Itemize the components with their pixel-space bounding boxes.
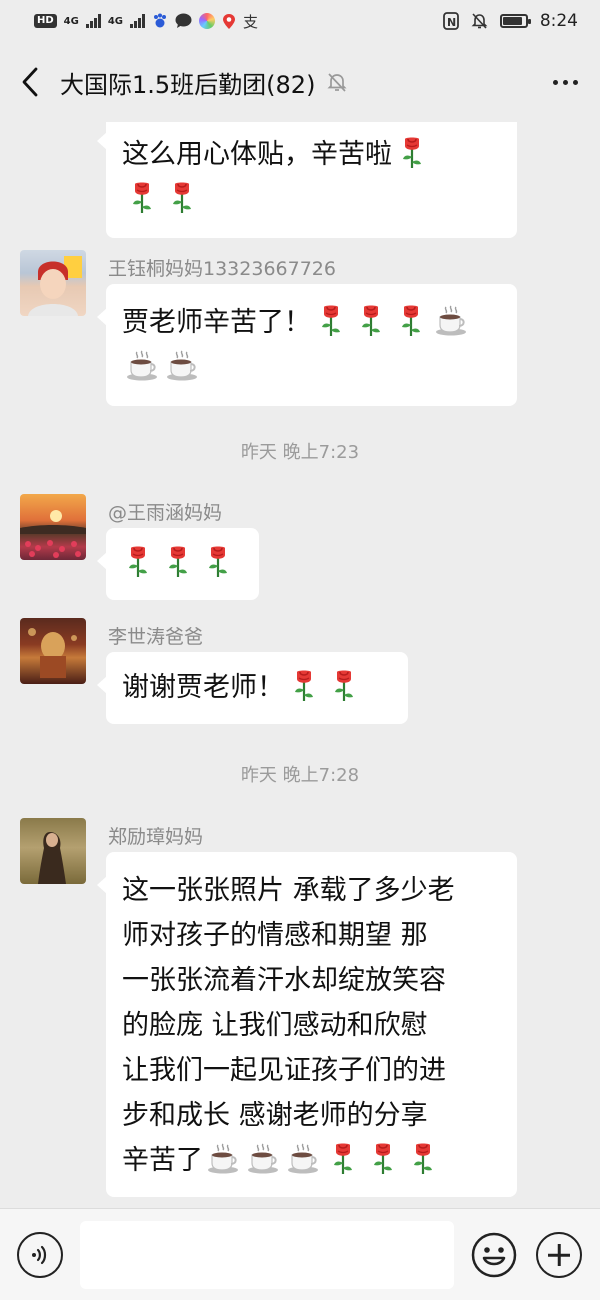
chat-bubble-icon bbox=[175, 13, 192, 28]
emoji-group bbox=[203, 1143, 443, 1176]
baidu-icon bbox=[154, 13, 167, 28]
status-bar-right: N 8:24 bbox=[442, 11, 578, 31]
rose-icon bbox=[133, 182, 151, 213]
rose-icon bbox=[414, 1143, 432, 1174]
emoji-group bbox=[392, 137, 432, 170]
svg-text:支: 支 bbox=[243, 13, 258, 29]
coffee-icon bbox=[167, 350, 197, 381]
emoji-group bbox=[122, 182, 202, 215]
sender-name: 郑励璋妈妈 bbox=[108, 826, 204, 848]
avatar-image bbox=[28, 628, 77, 678]
rose-icon bbox=[209, 546, 227, 577]
time-divider: 昨天 晚上7:23 bbox=[240, 442, 360, 463]
voice-button[interactable] bbox=[17, 1232, 63, 1278]
back-button[interactable] bbox=[0, 42, 60, 122]
rose-icon bbox=[335, 670, 353, 701]
time-divider: 昨天 晚上7:28 bbox=[240, 765, 360, 786]
coffee-icon bbox=[208, 1143, 238, 1174]
message-bubble[interactable]: 贾老师辛苦了！ bbox=[97, 284, 517, 406]
coffee-icon bbox=[127, 350, 157, 381]
rose-icon bbox=[169, 546, 187, 577]
message-input[interactable] bbox=[80, 1221, 454, 1289]
message-line: 辛苦了 bbox=[122, 1145, 203, 1176]
message-text: 谢谢贾老师！ bbox=[122, 672, 284, 703]
emoji-group bbox=[284, 670, 364, 703]
network-type-1: 4G bbox=[63, 15, 79, 27]
avatar-image bbox=[20, 510, 86, 558]
bell-slash-icon bbox=[327, 73, 347, 92]
rose-icon bbox=[322, 305, 340, 336]
location-pin-icon bbox=[223, 13, 236, 29]
plus-button[interactable] bbox=[536, 1232, 582, 1278]
avatar[interactable] bbox=[20, 494, 86, 560]
chat-area[interactable]: 这么用心体贴，辛苦啦 王钰桐妈妈13323667726 贾老师辛苦了！ 昨天 晚… bbox=[0, 122, 600, 1208]
chat-title: 大国际1.5班后勤团(82) bbox=[60, 70, 316, 99]
more-dot bbox=[572, 79, 578, 85]
status-time: 8:24 bbox=[539, 11, 578, 31]
more-dot bbox=[552, 79, 558, 85]
message-line: 的脸庞 让我们感动和欣慰 bbox=[122, 1010, 428, 1041]
sender-name: 李世涛爸爸 bbox=[108, 626, 204, 648]
message-text: 这么用心体贴，辛苦啦 bbox=[122, 139, 392, 170]
sender-name: 王钰桐妈妈13323667726 bbox=[108, 258, 336, 280]
message-bubble[interactable]: 谢谢贾老师！ bbox=[97, 652, 408, 724]
signal-icon bbox=[85, 14, 101, 28]
message-bubble[interactable] bbox=[97, 528, 259, 600]
coffee-icon bbox=[436, 305, 466, 336]
nfc-icon: N bbox=[442, 12, 459, 30]
more-dot bbox=[562, 79, 568, 85]
hd-badge: HD bbox=[34, 14, 57, 28]
title-bar: 大国际1.5班后勤团(82) bbox=[0, 42, 600, 122]
message-text: 贾老师辛苦了！ bbox=[122, 307, 311, 338]
avatar-image bbox=[38, 832, 66, 884]
status-bar: HD 4G 4G 支 N 8:24 bbox=[0, 0, 600, 42]
battery-icon bbox=[499, 14, 531, 28]
message-line: 这一张张照片 承载了多少老 bbox=[122, 875, 455, 906]
coffee-icon bbox=[248, 1143, 278, 1174]
avatar-image bbox=[28, 256, 82, 316]
avatar[interactable] bbox=[20, 250, 86, 316]
chevron-left-icon bbox=[22, 67, 38, 97]
alipay-icon: 支 bbox=[243, 13, 258, 29]
emoji-group bbox=[122, 350, 202, 383]
bell-off-icon bbox=[471, 13, 488, 29]
more-button[interactable] bbox=[530, 42, 600, 122]
message-bubble[interactable]: 这么用心体贴，辛苦啦 bbox=[97, 122, 517, 238]
colorful-app-icon bbox=[199, 13, 216, 29]
voice-wave-icon bbox=[32, 1245, 47, 1265]
coffee-icon bbox=[288, 1143, 318, 1174]
rose-icon bbox=[295, 670, 313, 701]
input-bar bbox=[0, 1208, 600, 1300]
status-bar-left: HD 4G 4G 支 bbox=[34, 13, 260, 30]
network-type-2: 4G bbox=[107, 15, 124, 27]
emoji-group bbox=[311, 305, 471, 338]
rose-icon bbox=[402, 305, 420, 336]
rose-icon bbox=[374, 1143, 392, 1174]
svg-text:N: N bbox=[447, 16, 456, 29]
rose-icon bbox=[334, 1143, 352, 1174]
message-line: 步和成长 感谢老师的分享 bbox=[122, 1100, 428, 1131]
emoji-group bbox=[118, 546, 238, 579]
rose-icon bbox=[362, 305, 380, 336]
avatar[interactable] bbox=[20, 618, 86, 684]
message-bubble[interactable]: 这一张张照片 承载了多少老 师对孩子的情感和期望 那 一张张流着汗水却绽放笑容 … bbox=[97, 852, 517, 1197]
rose-icon bbox=[173, 182, 191, 213]
message-line: 让我们一起见证孩子们的进 bbox=[122, 1055, 446, 1086]
message-line: 师对孩子的情感和期望 那 bbox=[122, 920, 428, 951]
rose-icon bbox=[403, 137, 421, 168]
signal-icon-2 bbox=[130, 14, 146, 28]
message-line: 一张张流着汗水却绽放笑容 bbox=[122, 965, 446, 996]
sender-name: @王雨涵妈妈 bbox=[108, 502, 223, 524]
emoji-button[interactable] bbox=[471, 1232, 517, 1278]
rose-icon bbox=[129, 546, 147, 577]
avatar[interactable] bbox=[20, 818, 86, 884]
